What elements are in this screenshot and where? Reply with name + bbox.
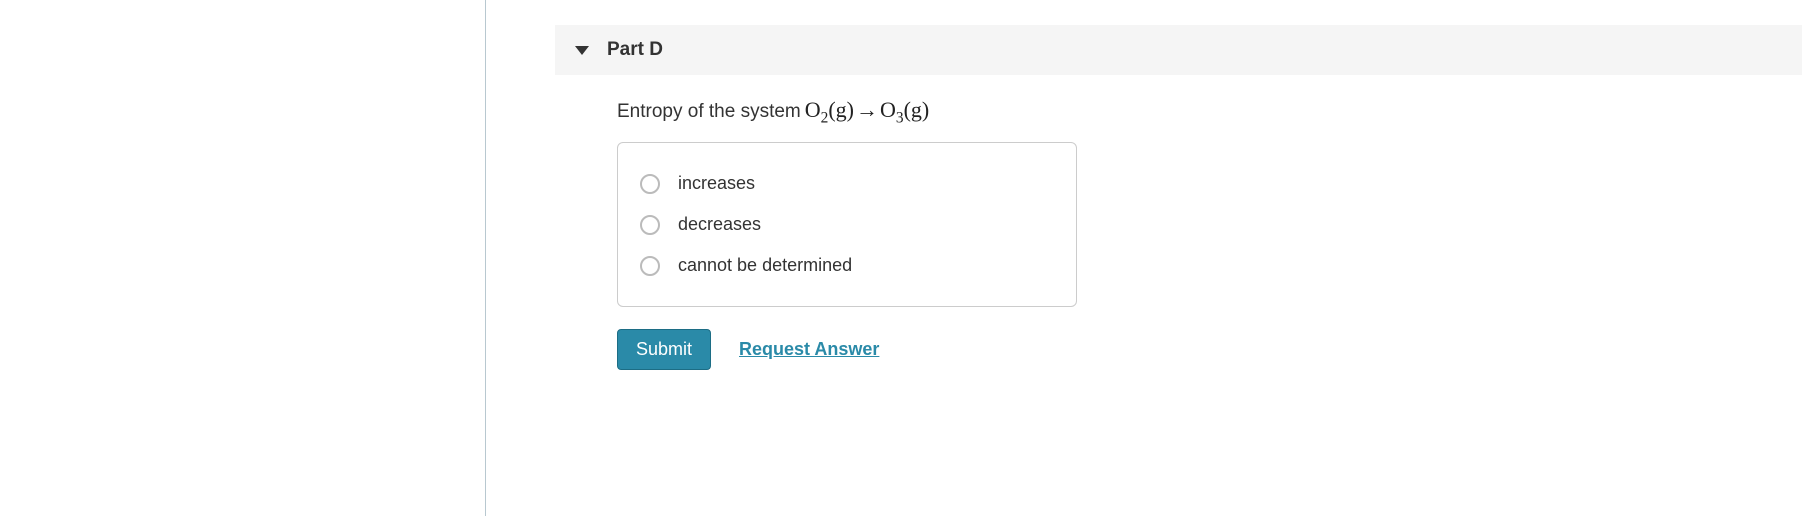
chem-formula: O2(g)→O3(g) (805, 97, 930, 127)
submit-button[interactable]: Submit (617, 329, 711, 370)
option-label: increases (678, 173, 755, 194)
question-text: Entropy of the system O2(g)→O3(g) (617, 97, 1802, 127)
option-row[interactable]: cannot be determined (640, 245, 1054, 286)
option-label: decreases (678, 214, 761, 235)
radio-button[interactable] (640, 174, 660, 194)
option-row[interactable]: decreases (640, 204, 1054, 245)
options-box: increases decreases cannot be determined (617, 142, 1077, 307)
question-area: Entropy of the system O2(g)→O3(g) increa… (555, 75, 1802, 370)
reactant-base: O (805, 97, 821, 122)
product-state: (g) (904, 97, 930, 122)
question-prefix: Entropy of the system (617, 101, 801, 123)
radio-button[interactable] (640, 256, 660, 276)
button-row: Submit Request Answer (617, 329, 1802, 370)
radio-button[interactable] (640, 215, 660, 235)
chevron-down-icon (575, 46, 589, 55)
main-content: Part D Entropy of the system O2(g)→O3(g)… (555, 25, 1802, 370)
option-row[interactable]: increases (640, 163, 1054, 204)
product-base: O (880, 97, 896, 122)
part-title: Part D (607, 39, 663, 61)
request-answer-link[interactable]: Request Answer (739, 339, 879, 360)
part-header[interactable]: Part D (555, 25, 1802, 75)
product-sub: 3 (896, 109, 904, 126)
option-label: cannot be determined (678, 255, 852, 276)
reactant-state: (g) (828, 97, 854, 122)
vertical-divider (485, 0, 486, 516)
arrow-right-icon: → (856, 97, 878, 123)
